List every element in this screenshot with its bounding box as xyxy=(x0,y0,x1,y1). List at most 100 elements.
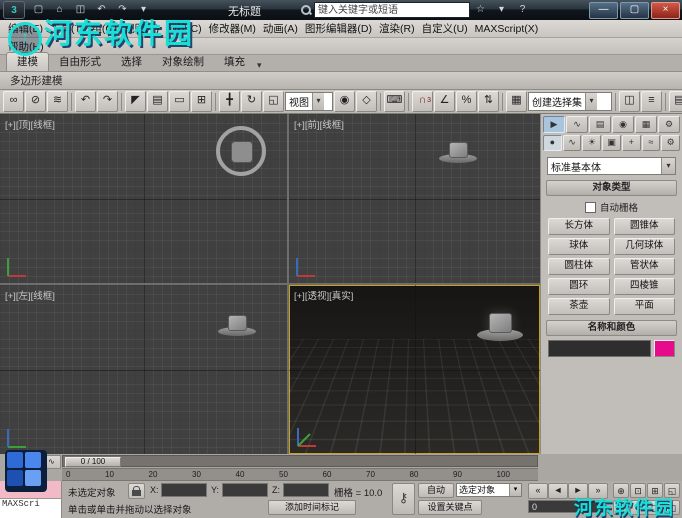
ribbon-tab-selection[interactable]: 选择 xyxy=(111,53,152,71)
x-coordinate-field[interactable] xyxy=(161,483,207,497)
category-helpers[interactable]: + xyxy=(621,135,641,151)
snap-toggle-button[interactable]: ∩ 3 xyxy=(412,91,433,112)
favorites-star-icon[interactable]: ☆ xyxy=(471,2,490,19)
rollout-name-color[interactable]: 名称和颜色 xyxy=(546,320,677,336)
viewport-label[interactable]: [+][透视][真实] xyxy=(294,288,353,302)
button-geosphere[interactable]: 几何球体 xyxy=(613,238,675,255)
category-shapes[interactable]: ∿ xyxy=(562,135,582,151)
viewport-label[interactable]: [+][左][线框] xyxy=(5,288,55,302)
menu-item-graph-editors[interactable]: 图形编辑器(D) xyxy=(305,21,372,36)
tab-display[interactable]: ▦ xyxy=(635,116,657,133)
previous-frame-button[interactable]: ◄ xyxy=(548,483,568,499)
open-file-icon[interactable]: ⌂ xyxy=(50,2,69,19)
angle-snap-button[interactable]: ∠ xyxy=(434,91,455,112)
close-button[interactable]: × xyxy=(651,2,680,19)
menu-item-customize[interactable]: 自定义(U) xyxy=(422,21,468,36)
select-and-manipulate-button[interactable]: ◇ xyxy=(356,91,377,112)
pan-button[interactable]: ╋ xyxy=(613,500,629,515)
use-pivot-center-button[interactable]: ◉ xyxy=(334,91,355,112)
viewport-label[interactable]: [+][顶][线框] xyxy=(5,117,55,131)
teapot-object[interactable] xyxy=(439,142,477,163)
select-and-scale-button[interactable]: ◱ xyxy=(263,91,284,112)
button-cone[interactable]: 圆锥体 xyxy=(613,218,675,235)
button-pyramid[interactable]: 四棱锥 xyxy=(613,278,675,295)
ribbon-tab-modeling[interactable]: 建模 xyxy=(6,52,49,71)
select-and-rotate-button[interactable]: ↻ xyxy=(241,91,262,112)
primitives-category-dropdown[interactable]: 标准基本体 ▾ xyxy=(547,157,676,175)
window-crossing-button[interactable]: ⊞ xyxy=(191,91,212,112)
select-and-link-button[interactable]: ∞ xyxy=(3,91,24,112)
keyboard-override-button[interactable]: ⌨ xyxy=(384,91,405,112)
select-object-button[interactable]: ◤ xyxy=(125,91,146,112)
ribbon-tab-object-paint[interactable]: 对象绘制 xyxy=(152,53,214,71)
zoom-button[interactable]: ⊕ xyxy=(613,483,629,498)
maxscript-mini-listener[interactable]: MAXScri xyxy=(0,481,62,518)
workspace-caret-icon[interactable]: ▾ xyxy=(134,2,153,19)
selected-filter-dropdown[interactable]: 选定对象 ▾ xyxy=(456,483,522,497)
auto-key-button[interactable]: 自动 xyxy=(418,483,454,498)
object-name-input[interactable] xyxy=(548,340,651,357)
z-coordinate-field[interactable] xyxy=(283,483,329,497)
mirror-button[interactable]: ◫ xyxy=(619,91,640,112)
application-menu-button[interactable]: 3 xyxy=(3,1,25,19)
zoom-all-button[interactable]: ⊡ xyxy=(630,483,646,498)
button-box[interactable]: 长方体 xyxy=(548,218,610,235)
time-slider-handle[interactable]: 0 / 100 xyxy=(65,457,121,467)
orbit-button[interactable]: ↻ xyxy=(630,500,646,515)
play-button[interactable]: ► xyxy=(568,483,588,499)
ribbon-options-caret-icon[interactable]: ▾ xyxy=(257,60,262,71)
button-sphere[interactable]: 球体 xyxy=(548,238,610,255)
bind-to-spacewarp-button[interactable]: ≋ xyxy=(47,91,68,112)
tab-utilities[interactable]: ⚙ xyxy=(658,116,680,133)
ribbon-tab-populate[interactable]: 填充 xyxy=(214,53,255,71)
listener-pane[interactable]: MAXScri xyxy=(0,499,61,518)
set-key-toggle[interactable]: ⚷ xyxy=(392,483,415,515)
y-coordinate-field[interactable] xyxy=(222,483,268,497)
rectangular-region-button[interactable]: ▭ xyxy=(169,91,190,112)
redo-icon[interactable]: ↷ xyxy=(113,2,132,19)
tab-hierarchy[interactable]: ▤ xyxy=(589,116,611,133)
mini-curve-editor-button[interactable]: ∿ xyxy=(42,455,61,469)
autogrid-checkbox[interactable] xyxy=(584,201,596,213)
unlink-selection-button[interactable]: ⊘ xyxy=(25,91,46,112)
menu-item-edit[interactable]: 编辑(E) xyxy=(8,21,43,36)
set-key-button[interactable]: 设置关键点 xyxy=(418,500,482,515)
button-plane[interactable]: 平面 xyxy=(613,298,675,315)
category-spacewarps[interactable]: ≈ xyxy=(641,135,661,151)
undo-button[interactable]: ↶ xyxy=(75,91,96,112)
lock-selection-toggle[interactable] xyxy=(128,483,145,499)
layer-manager-button[interactable]: ▤ xyxy=(669,91,682,112)
menu-item-rendering[interactable]: 渲染(R) xyxy=(379,21,415,36)
edit-named-sets-button[interactable]: ▦ xyxy=(506,91,527,112)
menu-item-views[interactable]: 视图(V) xyxy=(124,21,159,36)
menu-item-maxscript[interactable]: MAXScript(X) xyxy=(475,23,539,35)
object-color-swatch[interactable] xyxy=(654,340,675,357)
search-options-caret-icon[interactable]: ▾ xyxy=(492,2,511,19)
minimize-button[interactable]: — xyxy=(589,2,618,19)
go-to-start-button[interactable]: « xyxy=(528,483,548,499)
tab-modify[interactable]: ∿ xyxy=(566,116,588,133)
maximize-viewport-toggle[interactable]: ▢ xyxy=(647,500,663,515)
polygon-modeling-panel-label[interactable]: 多边形建模 xyxy=(10,73,63,88)
menu-item-group[interactable]: 组(G) xyxy=(91,21,117,36)
tab-motion[interactable]: ◉ xyxy=(612,116,634,133)
viewport-front[interactable]: [+][前][线框] xyxy=(289,114,540,283)
category-systems[interactable]: ⚙ xyxy=(661,135,681,151)
button-teapot[interactable]: 茶壶 xyxy=(548,298,610,315)
time-slider[interactable]: 0 / 100 xyxy=(62,455,538,467)
teapot-object[interactable] xyxy=(218,315,256,336)
menu-item-modifiers[interactable]: 修改器(M) xyxy=(209,21,256,36)
add-time-tag-button[interactable]: 添加时间标记 xyxy=(268,500,356,515)
align-button[interactable]: ≡ xyxy=(641,91,662,112)
teapot-object-top-view[interactable] xyxy=(216,126,266,176)
zoom-extents-button[interactable]: ⊞ xyxy=(647,483,663,498)
button-cylinder[interactable]: 圆柱体 xyxy=(548,258,610,275)
button-torus[interactable]: 圆环 xyxy=(548,278,610,295)
button-tube[interactable]: 管状体 xyxy=(613,258,675,275)
menu-item-tools[interactable]: 工具(T) xyxy=(50,21,84,36)
select-by-name-button[interactable]: ▤ xyxy=(147,91,168,112)
save-file-icon[interactable]: ◫ xyxy=(71,2,90,19)
macro-recorder-pane[interactable] xyxy=(0,481,61,499)
category-lights[interactable]: ☀ xyxy=(582,135,602,151)
zoom-region-button[interactable]: ◱ xyxy=(664,483,680,498)
